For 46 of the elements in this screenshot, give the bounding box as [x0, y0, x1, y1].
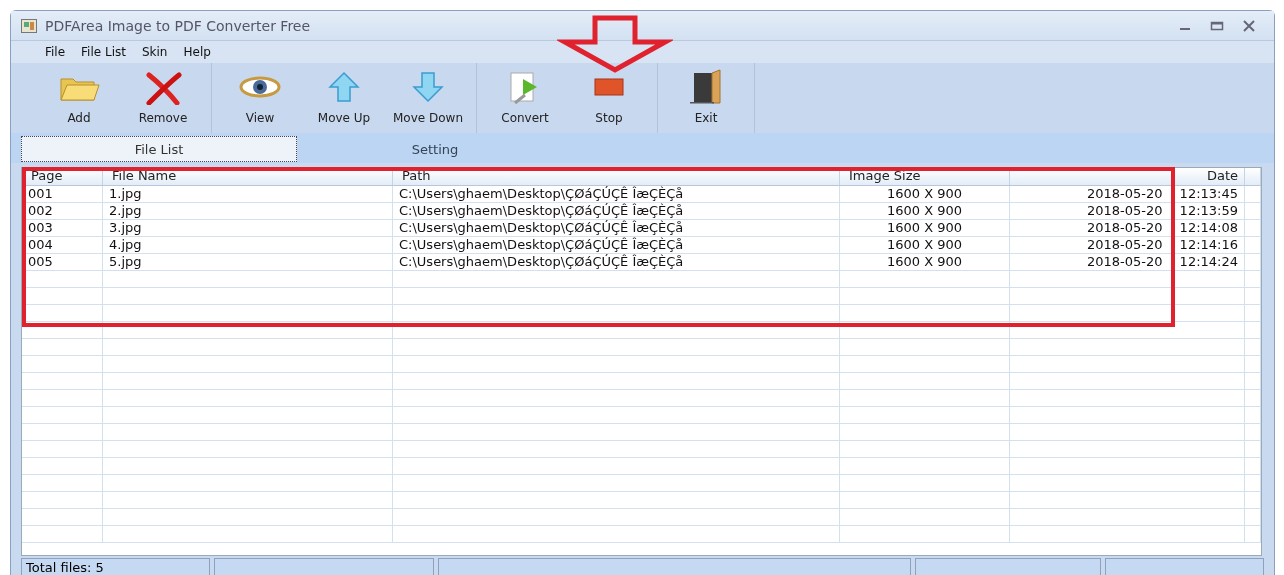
table-cell: 1600 X 900	[840, 220, 1010, 236]
down-button[interactable]: Move Down	[386, 63, 470, 133]
add-button[interactable]: Add	[37, 63, 121, 133]
menu-item[interactable]: File	[45, 45, 66, 59]
table-cell: C:\Users\ghaem\Desktop\ÇØáÇÚÇÊ ÎæÇÈÇå	[393, 203, 840, 219]
table-cell: C:\Users\ghaem\Desktop\ÇØáÇÚÇÊ ÎæÇÈÇå	[393, 254, 840, 270]
table-cell: C:\Users\ghaem\Desktop\ÇØáÇÚÇÊ ÎæÇÈÇå	[393, 220, 840, 236]
convert-button[interactable]: Convert	[483, 63, 567, 133]
table-cell: 2018-05-20 12:13:45	[1010, 186, 1245, 202]
view-button[interactable]: View	[218, 63, 302, 133]
table-cell: 2018-05-20 12:14:24	[1010, 254, 1245, 270]
remove-button[interactable]: Remove	[121, 63, 205, 133]
table-cell: C:\Users\ghaem\Desktop\ÇØáÇÚÇÊ ÎæÇÈÇå	[393, 237, 840, 253]
window-title: PDFArea Image to PDF Converter Free	[45, 17, 312, 34]
table-cell: 005	[22, 254, 103, 270]
table-cell: 1600 X 900	[840, 203, 1010, 219]
column-header[interactable]: Date	[1010, 168, 1245, 185]
table-cell: C:\Users\ghaem\Desktop\ÇØáÇÚÇÊ ÎæÇÈÇå	[393, 186, 840, 202]
exit-button[interactable]: Exit	[664, 63, 748, 133]
table-cell: 001	[22, 186, 103, 202]
tab[interactable]: File List	[21, 136, 297, 162]
table-cell: 003	[22, 220, 103, 236]
up-button[interactable]: Move Up	[302, 63, 386, 133]
table-cell: 2.jpg	[103, 203, 393, 219]
stop-button[interactable]: Stop	[567, 63, 651, 133]
table-cell: 1.jpg	[103, 186, 393, 202]
table-cell: 3.jpg	[103, 220, 393, 236]
table-cell: 004	[22, 237, 103, 253]
column-header[interactable]: File Name	[103, 168, 393, 185]
table-cell: 2018-05-20 12:14:08	[1010, 220, 1245, 236]
table-cell: 4.jpg	[103, 237, 393, 253]
menu-item[interactable]: File List	[81, 45, 126, 59]
table-cell: 5.jpg	[103, 254, 393, 270]
table-cell: 002	[22, 203, 103, 219]
menu-item[interactable]: Help	[183, 45, 211, 59]
column-header[interactable]: Page	[22, 168, 103, 185]
status-text: Total files: 5	[21, 558, 211, 575]
table-cell: 1600 X 900	[840, 254, 1010, 270]
table-cell: 2018-05-20 12:14:16	[1010, 237, 1245, 253]
table-cell: 1600 X 900	[840, 186, 1010, 202]
table-cell: 1600 X 900	[840, 237, 1010, 253]
menu-item[interactable]: Skin	[141, 45, 168, 59]
column-header[interactable]: Path	[393, 168, 840, 185]
column-header[interactable]: Image Size	[840, 168, 1010, 185]
table-cell: 2018-05-20 12:13:59	[1010, 203, 1245, 219]
tab[interactable]: Setting	[297, 136, 573, 162]
